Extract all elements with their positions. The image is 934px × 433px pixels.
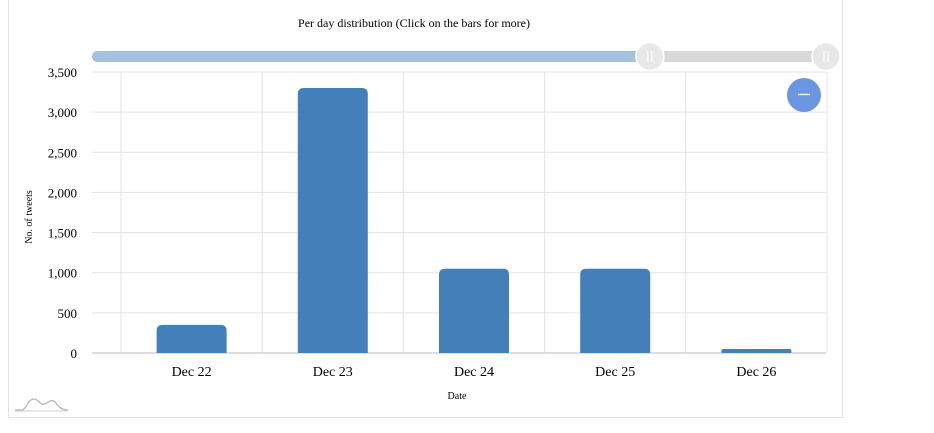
bar-dec-26[interactable] bbox=[721, 348, 792, 353]
chart-svg: Per day distribution (Click on the bars … bbox=[15, 16, 841, 412]
x-axis-label: Date bbox=[448, 391, 467, 402]
scrollbar-selected-range[interactable] bbox=[92, 51, 650, 62]
scrollbar-handle-left[interactable] bbox=[635, 41, 665, 72]
x-tick-label: Dec 25 bbox=[595, 365, 635, 380]
bar-dec-23[interactable] bbox=[297, 88, 368, 354]
y-tick-label: 3,500 bbox=[48, 65, 77, 80]
y-axis-ticks: 0 500 1,000 1,500 2,000 2,500 3,000 3,500 bbox=[48, 65, 77, 361]
y-tick-label: 1,500 bbox=[48, 226, 77, 241]
y-tick-label: 1,000 bbox=[48, 266, 77, 281]
x-axis-ticks: Dec 22 Dec 23 Dec 24 Dec 25 Dec 26 bbox=[172, 365, 777, 380]
chart-title: Per day distribution (Click on the bars … bbox=[298, 16, 530, 30]
x-tick-label: Dec 22 bbox=[172, 365, 212, 380]
bar-dec-22[interactable] bbox=[156, 324, 227, 353]
bar-dec-25[interactable] bbox=[580, 268, 651, 353]
bar-dec-24[interactable] bbox=[439, 268, 509, 353]
x-tick-label: Dec 26 bbox=[736, 365, 776, 380]
y-tick-label: 2,000 bbox=[48, 185, 77, 200]
x-tick-label: Dec 24 bbox=[454, 365, 494, 380]
y-tick-label: 3,000 bbox=[48, 105, 77, 120]
chart-logo-icon bbox=[15, 398, 69, 412]
zoom-out-button[interactable] bbox=[787, 78, 821, 112]
x-tick-label: Dec 23 bbox=[313, 365, 353, 380]
y-tick-label: 0 bbox=[71, 346, 78, 361]
y-tick-label: 2,500 bbox=[48, 145, 77, 160]
range-scrollbar[interactable] bbox=[92, 51, 826, 62]
y-axis-label: No. of tweets bbox=[24, 190, 35, 244]
y-tick-label: 500 bbox=[58, 306, 78, 321]
scrollbar-handle-right[interactable] bbox=[811, 41, 841, 72]
